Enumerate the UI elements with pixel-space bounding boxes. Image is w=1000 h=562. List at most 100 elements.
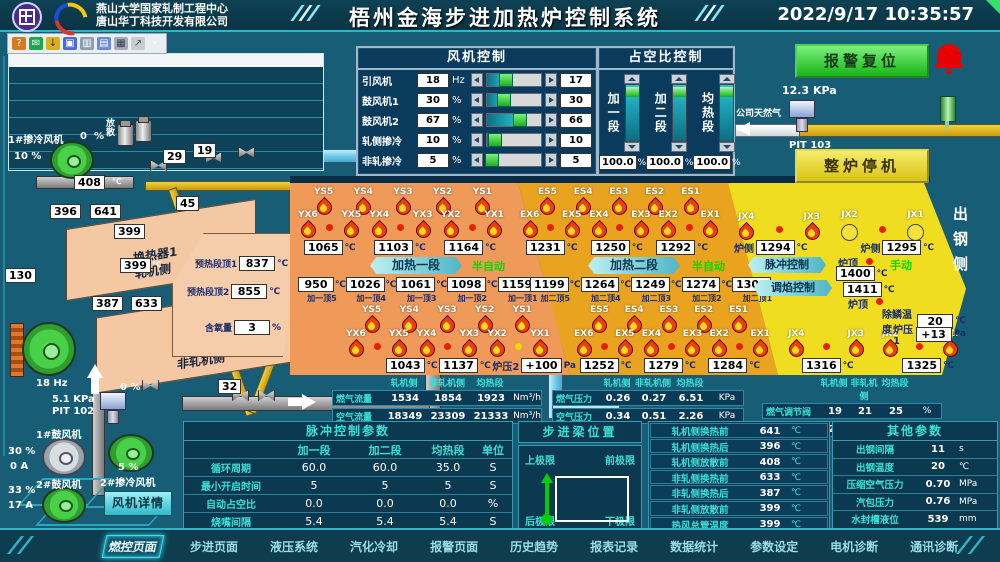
nav-tab[interactable]: 步进页面 (186, 536, 242, 557)
slider-left-arrow[interactable] (471, 73, 483, 87)
nav-tab[interactable]: 报警页面 (426, 536, 482, 557)
fan-value-box[interactable]: 5 (417, 153, 449, 168)
fan-slider[interactable] (486, 73, 542, 87)
pipe-temp-row: 轧机侧换热前641℃ (650, 423, 828, 438)
nav-tab[interactable]: 参数设定 (746, 536, 802, 557)
temp-reading: 1292℃ (656, 240, 708, 255)
slider-thumb[interactable] (497, 93, 511, 107)
slider-right-arrow[interactable] (545, 153, 557, 167)
duty-value-box[interactable]: 100.0 (646, 155, 684, 170)
fan-setpoint-box[interactable]: 5 (560, 153, 592, 168)
duty-unit: % (685, 158, 694, 168)
fan-detail-button[interactable]: 风机详情 (104, 491, 172, 516)
burner-label: YS5 (314, 187, 333, 197)
duty-slider[interactable] (719, 74, 735, 152)
burner-label: EX6 (520, 210, 539, 220)
slider-thumb[interactable] (488, 133, 502, 147)
flame-adjust-button[interactable]: 调焰控制 (754, 280, 832, 296)
duty-value-box[interactable]: 100.0 (599, 155, 637, 170)
slider-up-arrow[interactable] (719, 74, 735, 84)
help-icon[interactable]: ? (12, 37, 26, 50)
nav-tab[interactable]: 历史趋势 (506, 536, 562, 557)
furnace-pressure1: 炉压1 +13Pa (893, 321, 966, 347)
nav-tab[interactable]: 通讯诊断 (906, 536, 962, 557)
fan1c-icon[interactable] (50, 141, 94, 179)
nav-tab[interactable]: 电机诊断 (826, 536, 882, 557)
slider-down-arrow[interactable] (671, 142, 687, 152)
duty-slider[interactable] (624, 74, 640, 152)
download-icon[interactable]: ↓ (46, 37, 60, 50)
pulse-params-row: 循环周期60.060.035.0S (184, 459, 512, 477)
fan-value-box[interactable]: 67 (417, 113, 449, 128)
duty-slider[interactable] (671, 74, 687, 152)
slider-thumb[interactable] (720, 87, 733, 97)
slider-left-arrow[interactable] (471, 153, 483, 167)
nav-tab[interactable]: 报表记录 (586, 536, 642, 557)
preheat-temp2-value: 855 (231, 284, 267, 299)
fan-setpoint-box[interactable]: 66 (560, 113, 592, 128)
fan-slider[interactable] (486, 133, 542, 147)
fan2c-name: 2#掺冷风机 (100, 474, 155, 489)
fan-value-box[interactable]: 10 (417, 133, 449, 148)
soak-mode: 手动 (890, 257, 912, 273)
export-icon[interactable]: ↗ (131, 37, 145, 50)
slider-right-arrow[interactable] (545, 73, 557, 87)
roof-temp: 1098℃加一顶2 (447, 277, 498, 304)
slider-left-arrow[interactable] (471, 113, 483, 127)
slider-thumb[interactable] (626, 87, 639, 97)
burner-strip: JX4JX3JX2JX1 (738, 210, 924, 241)
fan-setpoint-box[interactable]: 30 (560, 93, 592, 108)
nav-tab[interactable]: 液压系统 (266, 536, 322, 557)
flame-icon (711, 339, 727, 358)
burner (326, 224, 333, 231)
slider-right-arrow[interactable] (545, 133, 557, 147)
duty-ratio-title: 占空比控制 (599, 48, 733, 70)
slider-thumb[interactable] (513, 113, 527, 127)
furnace-stop-button[interactable]: 整炉停机 (795, 149, 929, 183)
slider-down-arrow[interactable] (719, 142, 735, 152)
temp-value: 1325 (902, 358, 941, 373)
folder-icon[interactable]: ▣ (63, 37, 77, 50)
pulse-control-button[interactable]: 脉冲控制 (748, 257, 826, 273)
heat2-zone-button[interactable]: 加热二段 (588, 257, 680, 274)
chart-icon[interactable]: ▥ (80, 37, 94, 50)
burner: JX4 (738, 212, 755, 241)
slider-left-arrow[interactable] (471, 133, 483, 147)
blower2-icon[interactable] (42, 487, 86, 523)
fan-setpoint-box[interactable]: 17 (560, 73, 592, 88)
slider-thumb[interactable] (499, 73, 513, 87)
slider-up-arrow[interactable] (671, 74, 687, 84)
nav-tab[interactable]: 数据统计 (666, 536, 722, 557)
mail-icon[interactable]: ✉ (29, 37, 43, 50)
slider-up-arrow[interactable] (624, 74, 640, 84)
slider-left-arrow[interactable] (471, 93, 483, 107)
flame-icon (633, 220, 649, 239)
slider-right-arrow[interactable] (545, 93, 557, 107)
slider-thumb[interactable] (673, 87, 686, 97)
induced-draft-fan-icon[interactable] (22, 322, 76, 376)
temp-value: 1061 (396, 277, 435, 292)
heat1-zone-button[interactable]: 加热一段 (370, 257, 462, 274)
blower1-icon[interactable] (42, 438, 86, 476)
fan-slider[interactable] (486, 113, 542, 127)
fan-slider[interactable] (486, 153, 542, 167)
fan-value-box[interactable]: 30 (417, 93, 449, 108)
fan-setpoint-box[interactable]: 10 (560, 133, 592, 148)
nav-tab[interactable]: 燃控页面 (102, 535, 165, 558)
fan-value-box[interactable]: 18 (417, 73, 449, 88)
slider-down-arrow[interactable] (624, 142, 640, 152)
report-icon[interactable]: ▤ (97, 37, 111, 50)
lock-icon[interactable]: • (148, 37, 162, 50)
slider-thumb[interactable] (485, 153, 499, 167)
alarm-reset-button[interactable]: 报警复位 (795, 44, 929, 78)
fan-slider[interactable] (486, 93, 542, 107)
window-icon[interactable]: ▦ (114, 37, 128, 50)
other-params-table: 其他参数 出钢间隔11s 出钢温度20℃ 压缩空气压力0.70MPa 汽包压力0… (832, 421, 998, 533)
temp-value: 1026 (346, 277, 385, 292)
duty-value-box[interactable]: 100.0 (693, 155, 731, 170)
nav-tab[interactable]: 汽化冷却 (346, 536, 402, 557)
burner-label: JX2 (841, 210, 858, 220)
temp-reading: 1284℃ (708, 358, 760, 373)
valve-opening-box: 45 (176, 196, 199, 211)
slider-right-arrow[interactable] (545, 113, 557, 127)
